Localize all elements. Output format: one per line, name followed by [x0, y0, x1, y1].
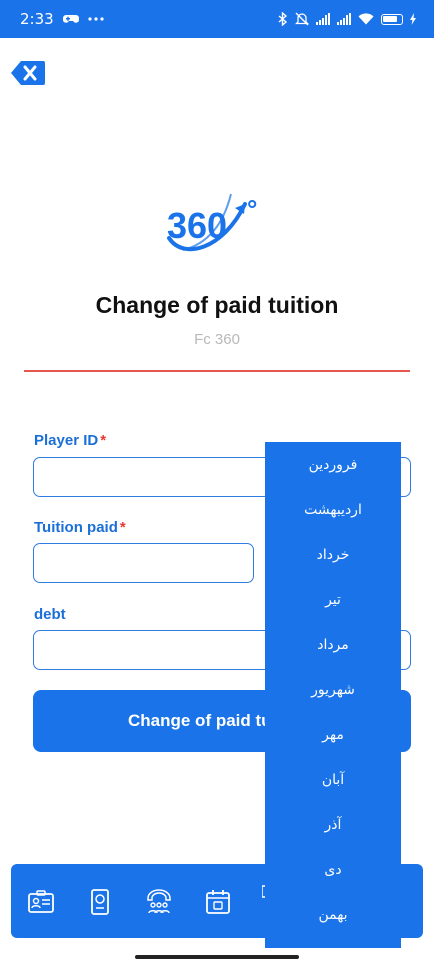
- page-subtitle: Fc 360: [194, 331, 240, 348]
- logo-degree: °: [247, 194, 257, 224]
- wifi-icon: [358, 13, 374, 25]
- bluetooth-icon: [278, 12, 288, 26]
- calendar-icon[interactable]: [204, 888, 232, 916]
- required-mark: *: [119, 519, 126, 536]
- signal-icon: [337, 13, 351, 25]
- dropdown-item[interactable]: شهریور: [265, 682, 401, 698]
- status-right: [278, 12, 416, 26]
- player-id-label: Player ID *: [34, 432, 107, 449]
- dropdown-item[interactable]: مهر: [265, 727, 401, 743]
- battery-icon: [381, 13, 403, 25]
- dropdown-item[interactable]: بهمن: [265, 907, 401, 923]
- dropdown-item[interactable]: خرداد: [265, 547, 401, 563]
- debt-label: debt: [34, 606, 66, 623]
- dropdown-item[interactable]: مرداد: [265, 637, 401, 653]
- charging-icon: [410, 13, 416, 25]
- passport-icon[interactable]: [86, 888, 114, 916]
- dropdown-item[interactable]: آذر: [265, 817, 401, 833]
- status-time: 2:33: [20, 10, 54, 28]
- game-controller-icon: [62, 15, 79, 23]
- dropdown-item[interactable]: تیر: [265, 592, 401, 608]
- mute-icon: [295, 12, 309, 26]
- more-dots-icon: [88, 17, 104, 21]
- app-logo: 360 °: [165, 188, 269, 268]
- dropdown-item[interactable]: فروردین: [265, 457, 401, 473]
- month-dropdown: فروردین اردیبهشت خرداد تیر مرداد شهریور …: [265, 442, 401, 948]
- status-bar: 2:33: [0, 0, 434, 38]
- signal-icon: [316, 13, 330, 25]
- home-indicator[interactable]: [135, 955, 299, 959]
- page-title: Change of paid tuition: [95, 292, 339, 318]
- team-support-icon[interactable]: [145, 888, 173, 916]
- logo-text: 360: [167, 205, 227, 246]
- logo-mark: 360 °: [167, 193, 257, 252]
- dropdown-item[interactable]: اردیبهشت: [265, 502, 401, 518]
- tuition-paid-label: Tuition paid *: [34, 519, 126, 536]
- required-mark: *: [100, 432, 107, 449]
- header-divider: [24, 370, 410, 372]
- id-card-icon[interactable]: [27, 888, 55, 916]
- dropdown-item[interactable]: آبان: [265, 772, 401, 788]
- tuition-paid-input[interactable]: [33, 543, 254, 583]
- close-button[interactable]: [11, 60, 45, 86]
- dropdown-item[interactable]: دی: [265, 862, 401, 878]
- status-left: 2:33: [20, 10, 104, 28]
